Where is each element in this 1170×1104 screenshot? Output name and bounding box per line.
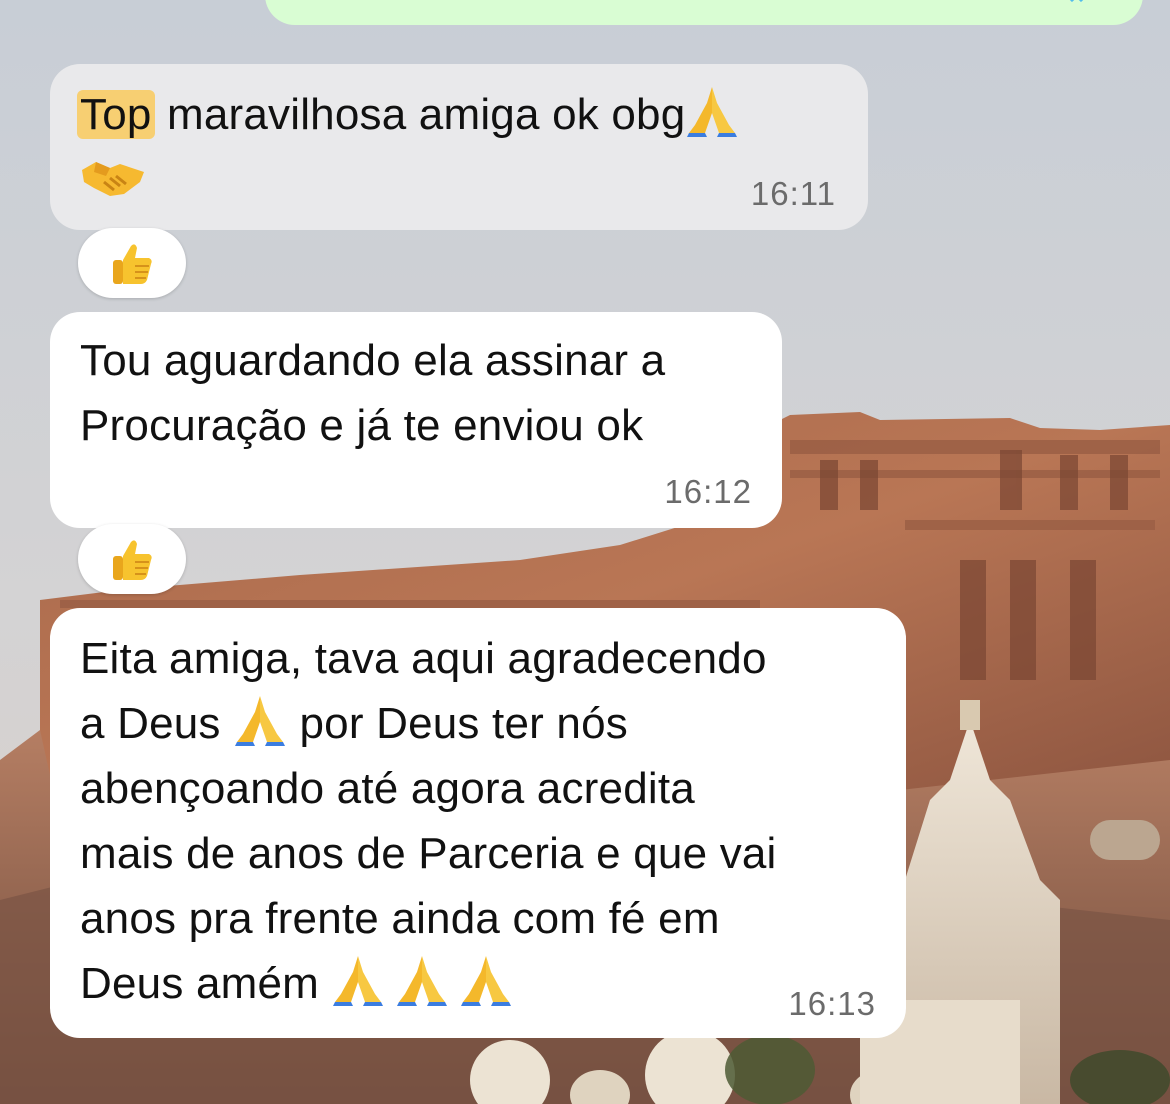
message-bubble[interactable]: Top maravilhosa amiga ok obg 16:11 (50, 64, 868, 230)
message-bubble[interactable]: Eita amiga, tava aqui agradecendo a Deus… (50, 608, 906, 1038)
handshake-icon (82, 162, 144, 196)
folded-hands-icon (687, 87, 738, 137)
message-reaction[interactable] (78, 524, 186, 594)
thumbs-up-icon (113, 540, 152, 580)
message-text-line: abençoando até agora acredita (80, 764, 695, 813)
message-text-line: anos pra frente ainda com fé em (80, 894, 720, 943)
message-text-line: Deus amém (80, 951, 777, 1016)
folded-hands-icon (461, 956, 512, 1006)
double-check-icon (1069, 0, 1084, 2)
message-text-line: Tou aguardando ela assinar a (80, 336, 666, 385)
outgoing-message-bubble[interactable] (265, 0, 1143, 25)
thumbs-up-icon (113, 244, 152, 284)
message-text-line: Eita amiga, tava aqui agradecendo (80, 634, 767, 683)
search-highlight: Top (77, 90, 155, 139)
message-text-line: mais de anos de Parceria e que vai (80, 829, 777, 878)
folded-hands-icon (397, 956, 448, 1006)
message-timestamp: 16:12 (664, 473, 752, 510)
message-text-line: a Deus por Deus ter nós (80, 691, 777, 756)
message-text: maravilhosa amiga ok obg (154, 90, 686, 139)
folded-hands-icon (333, 956, 384, 1006)
message-timestamp: 16:11 (750, 175, 836, 212)
folded-hands-icon (235, 696, 286, 746)
message-text-line: Procuração e já te enviou ok (80, 401, 644, 450)
message-timestamp: 16:13 (788, 985, 876, 1022)
message-bubble[interactable]: Tou aguardando ela assinar a Procuração … (50, 312, 782, 528)
message-reaction[interactable] (78, 228, 186, 298)
